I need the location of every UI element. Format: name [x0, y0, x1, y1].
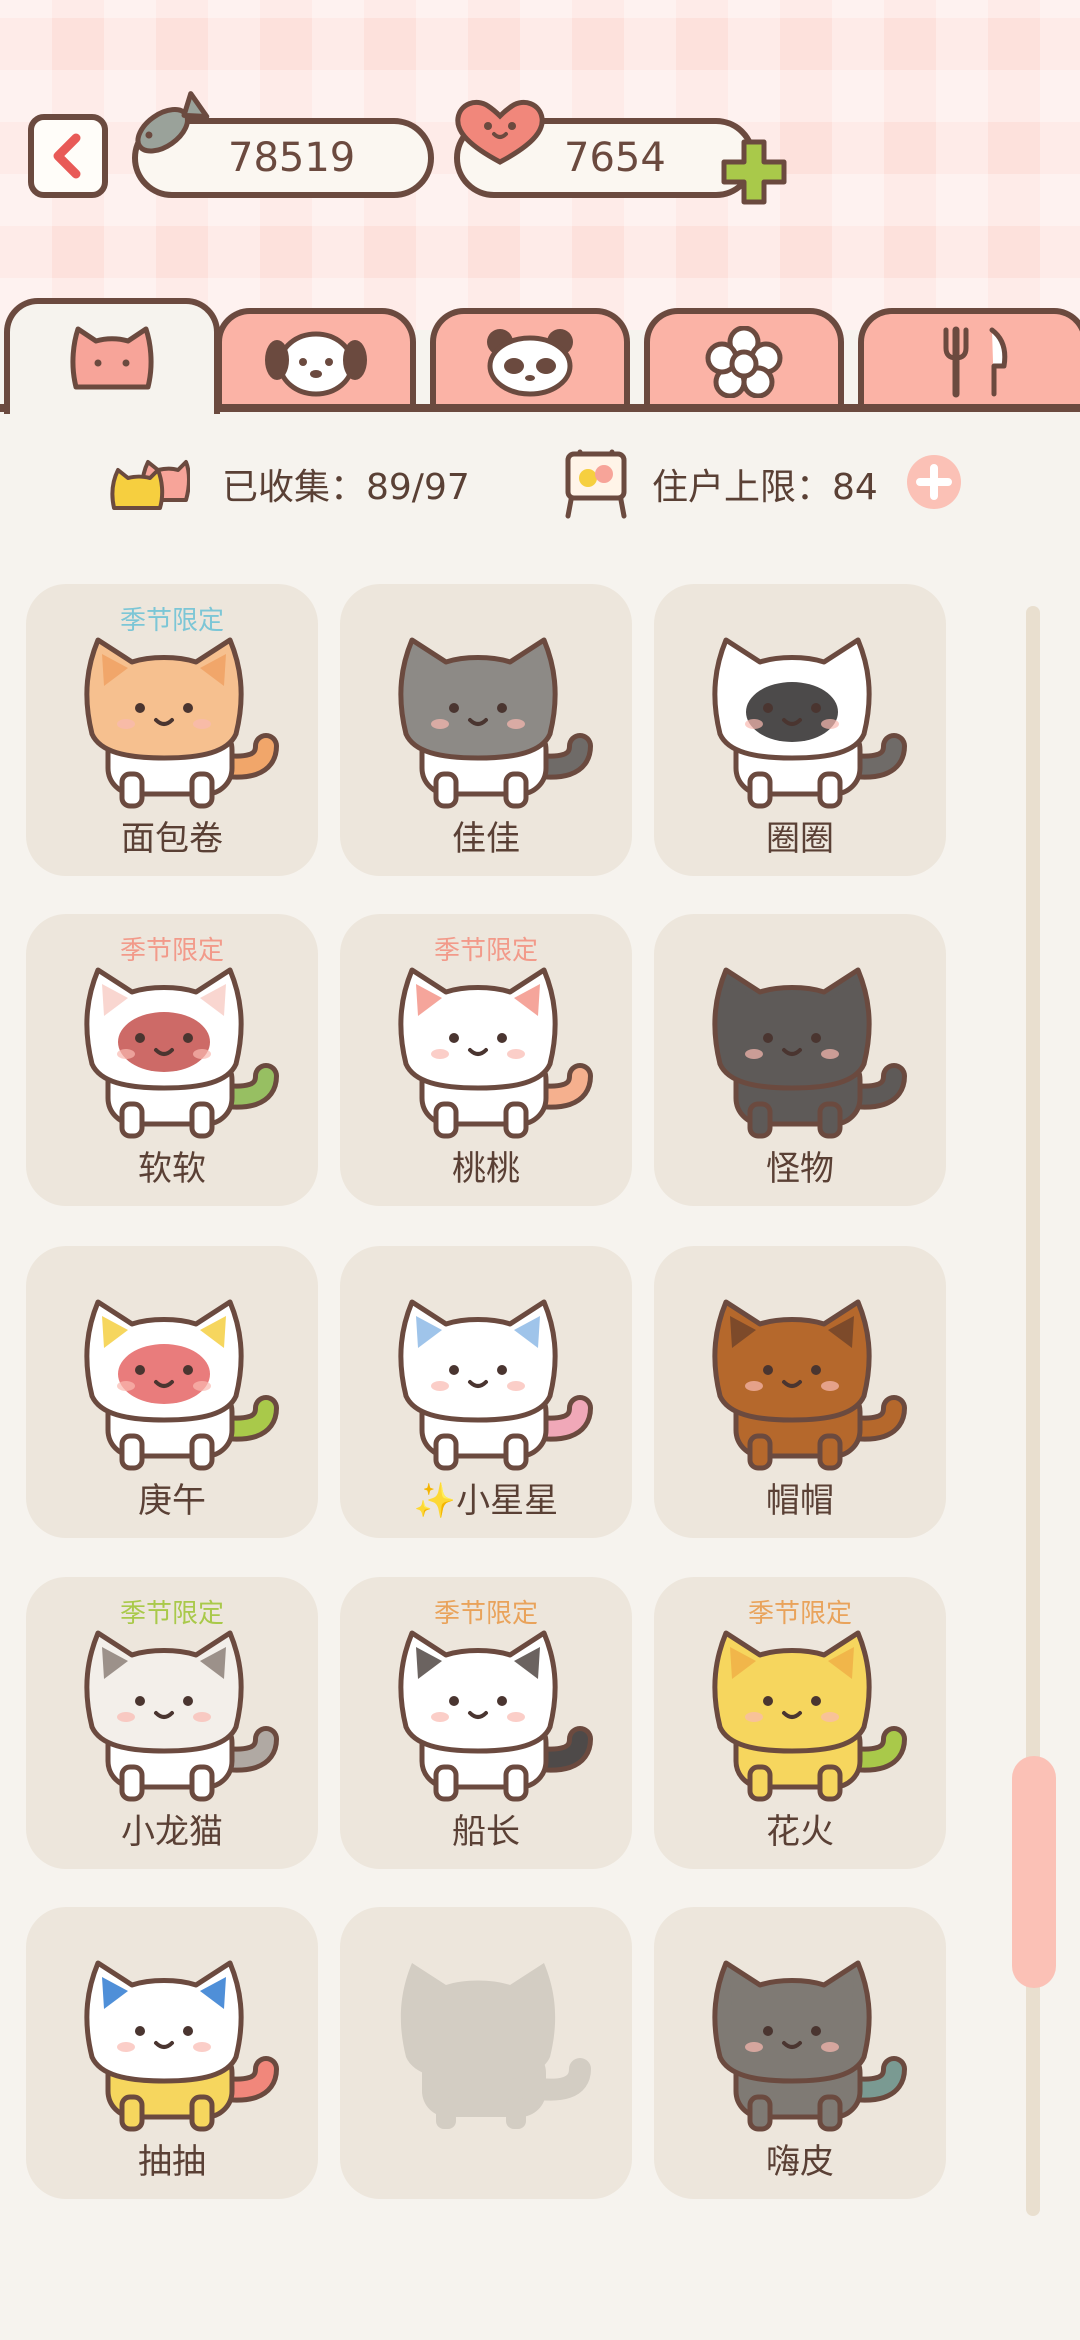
cat-illustration: [398, 1630, 593, 1802]
locked-cat-card[interactable]: [340, 1907, 632, 2199]
cat-illustration: [84, 637, 279, 809]
cat-illustration: [84, 967, 279, 1139]
cat-heads-icon: [110, 460, 190, 510]
seasonal-limited-badge: 季节限定: [433, 936, 538, 966]
fish-icon: [135, 91, 210, 154]
scrollbar-thumb[interactable]: [1012, 1756, 1056, 1988]
cat-card[interactable]: 怪物: [654, 914, 946, 1206]
seasonal-limited-badge: 季节限定: [433, 1599, 538, 1629]
seasonal-limited-badge: 季节限定: [119, 1599, 224, 1629]
cat-name: 船长: [452, 1812, 520, 1852]
fish-count: 78519: [228, 135, 356, 181]
fork-knife-icon: [943, 326, 1008, 398]
chevron-left-icon: [53, 133, 81, 179]
cat-card[interactable]: 季节限定 面包卷: [26, 584, 318, 876]
cat-card[interactable]: 圈圈: [654, 584, 946, 876]
category-tabs: [0, 298, 1080, 414]
resident-capacity: 住户上限：84: [652, 467, 878, 508]
seasonal-limited-badge: 季节限定: [119, 606, 224, 636]
cat-illustration: [398, 967, 593, 1139]
cat-illustration: [398, 1299, 593, 1471]
back-button[interactable]: [28, 114, 108, 198]
tab-dogs[interactable]: [216, 308, 416, 410]
cat-name: 抽抽: [138, 2142, 206, 2182]
cat-card[interactable]: 帽帽: [654, 1246, 946, 1538]
cat-name: 庚午: [138, 1481, 206, 1521]
cat-card[interactable]: 季节限定 船长: [340, 1577, 632, 1869]
add-hearts-button[interactable]: [720, 138, 788, 206]
cat-illustration: [712, 1960, 907, 2132]
tab-pandas[interactable]: [430, 308, 630, 410]
cat-card[interactable]: ✨小星星: [340, 1246, 632, 1538]
cat-name: ✨小星星: [413, 1481, 559, 1521]
add-capacity-button[interactable]: [906, 454, 962, 510]
cat-name: 怪物: [766, 1149, 834, 1189]
flower-icon: [705, 326, 783, 398]
seasonal-limited-badge: 季节限定: [119, 936, 224, 966]
tab-decorations[interactable]: [644, 308, 844, 410]
collected-count: 已收集：89/97: [222, 467, 470, 508]
locked-cat-silhouette: [400, 1963, 591, 2129]
cat-illustration: [712, 637, 907, 809]
cat-name: 小龙猫: [121, 1812, 223, 1852]
cat-name: 面包卷: [121, 819, 223, 859]
tab-cats[interactable]: [4, 298, 220, 414]
heart-count: 7654: [564, 135, 666, 181]
cat-name: 圈圈: [766, 819, 834, 859]
cat-name: 帽帽: [766, 1481, 834, 1521]
cat-name: 嗨皮: [766, 2142, 834, 2182]
cat-illustration: [84, 1960, 279, 2132]
cat-card[interactable]: 抽抽: [26, 1907, 318, 2199]
cat-illustration: [84, 1630, 279, 1802]
cat-name: 桃桃: [452, 1149, 520, 1189]
cat-card[interactable]: 季节限定 软软: [26, 914, 318, 1206]
cat-illustration: [712, 1299, 907, 1471]
cat-card[interactable]: 嗨皮: [654, 1907, 946, 2199]
cat-illustration: [84, 1299, 279, 1471]
cat-illustration: [398, 637, 593, 809]
panda-face-icon: [487, 329, 573, 397]
cat-card[interactable]: 季节限定 桃桃: [340, 914, 632, 1206]
dog-face-icon: [265, 331, 367, 397]
signboard-icon: [565, 449, 627, 519]
cat-illustration: [712, 967, 907, 1139]
cat-illustration: [712, 1630, 907, 1802]
cat-name: 软软: [138, 1149, 206, 1189]
collection-stats: 已收集：89/97 住户上限：84: [0, 440, 1080, 520]
cat-name: 佳佳: [452, 819, 520, 859]
cat-name: 花火: [766, 1812, 834, 1852]
heart-icon: [455, 100, 545, 165]
cat-card[interactable]: 庚午: [26, 1246, 318, 1538]
cat-card[interactable]: 季节限定 花火: [654, 1577, 946, 1869]
cat-face-icon: [70, 326, 154, 390]
tab-food[interactable]: [858, 308, 1080, 410]
seasonal-limited-badge: 季节限定: [747, 1599, 852, 1629]
cat-card[interactable]: 佳佳: [340, 584, 632, 876]
cat-card[interactable]: 季节限定 小龙猫: [26, 1577, 318, 1869]
